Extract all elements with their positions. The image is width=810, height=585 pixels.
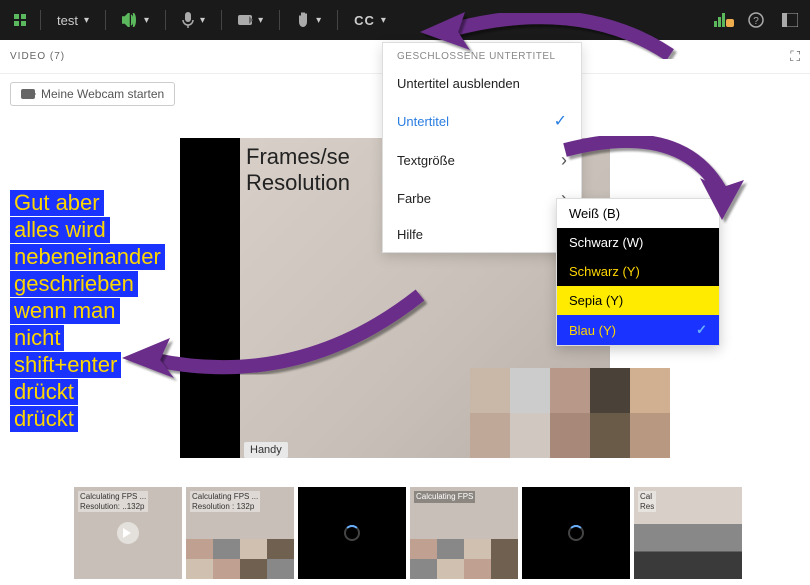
caption-line: drückt: [10, 379, 78, 405]
chevron-down-icon: ▾: [84, 15, 89, 26]
cc-help-item[interactable]: Hilfe: [383, 217, 581, 252]
cc-textsize-item[interactable]: Textgröße ›: [383, 141, 581, 179]
caption-line: alles wird: [10, 217, 110, 243]
overlay-text-1: Frames/se: [246, 144, 350, 170]
check-icon: ✓: [696, 322, 707, 338]
camera-icon: [21, 89, 35, 99]
thumbnail[interactable]: Calculating FPS: [410, 487, 518, 579]
chevron-down-icon: ▾: [200, 15, 205, 26]
connection-status-icon[interactable]: [714, 13, 734, 27]
cc-label: CC: [354, 13, 375, 28]
chevron-down-icon: ▾: [258, 15, 263, 26]
color-submenu: Weiß (B) Schwarz (W) Schwarz (Y) Sepia (…: [556, 198, 720, 346]
cc-button[interactable]: CC ▾: [346, 9, 394, 32]
app-logo-icon: [8, 8, 32, 32]
help-icon[interactable]: ?: [744, 8, 768, 32]
camera-button[interactable]: ▾: [230, 11, 271, 30]
color-black-y-item[interactable]: Schwarz (Y): [557, 257, 719, 286]
mic-button[interactable]: ▾: [174, 8, 213, 32]
session-dropdown[interactable]: test ▾: [49, 9, 97, 32]
thumbnail[interactable]: Calculating FPS ...Resolution : 132p: [186, 487, 294, 579]
chevron-down-icon: ▾: [316, 15, 321, 26]
video-source-label: Handy: [244, 442, 288, 458]
thumbnail[interactable]: Calculating FPS ...Resolution: ..132p: [74, 487, 182, 579]
panel-title: VIDEO (7): [10, 51, 65, 62]
cc-dropdown-menu: GESCHLOSSENE UNTERTITEL Untertitel ausbl…: [382, 42, 582, 253]
chevron-down-icon: ▾: [381, 15, 386, 26]
top-toolbar: test ▾ ▾ ▾ ▾ ▾ CC ▾ ?: [0, 0, 810, 40]
color-black-w-item[interactable]: Schwarz (W): [557, 228, 719, 257]
color-sepia-item[interactable]: Sepia (Y): [557, 286, 719, 315]
raise-hand-button[interactable]: ▾: [288, 8, 329, 32]
svg-text:?: ?: [753, 16, 759, 27]
color-white-item[interactable]: Weiß (B): [557, 199, 719, 228]
thumbnail[interactable]: [522, 487, 630, 579]
color-blue-item[interactable]: Blau (Y) ✓: [557, 315, 719, 345]
caption-line: shift+enter: [10, 352, 121, 378]
chevron-down-icon: ▾: [144, 15, 149, 26]
caption-line: geschrieben: [10, 271, 138, 297]
check-icon: ✓: [554, 111, 567, 131]
thumbnail[interactable]: [298, 487, 406, 579]
thumbnail[interactable]: CalRes: [634, 487, 742, 579]
start-webcam-button[interactable]: Meine Webcam starten: [10, 82, 175, 106]
session-name: test: [57, 13, 78, 28]
cc-hide-item[interactable]: Untertitel ausblenden: [383, 66, 581, 101]
caption-line: nebeneinander: [10, 244, 165, 270]
cc-menu-header: GESCHLOSSENE UNTERTITEL: [383, 43, 581, 66]
overlay-text-2: Resolution: [246, 170, 350, 196]
thumbnail-strip: Calculating FPS ...Resolution: ..132p Ca…: [74, 487, 742, 579]
audio-button[interactable]: ▾: [114, 9, 157, 31]
cc-color-item[interactable]: Farbe ›: [383, 179, 581, 217]
caption-line: Gut aber: [10, 190, 104, 216]
chevron-right-icon: ›: [561, 151, 567, 169]
caption-line: nicht: [10, 325, 64, 351]
webcam-label: Meine Webcam starten: [41, 87, 164, 101]
camera-icon: [238, 15, 252, 25]
fullscreen-icon[interactable]: ⛶: [790, 48, 800, 65]
caption-line: drückt: [10, 406, 78, 432]
play-icon: [117, 522, 139, 544]
captions-overlay: Gut aber alles wird nebeneinander geschr…: [10, 190, 165, 433]
layout-icon[interactable]: [778, 8, 802, 32]
spinner-icon: [568, 525, 584, 541]
caption-line: wenn man: [10, 298, 120, 324]
cc-subtitles-item[interactable]: Untertitel ✓: [383, 101, 581, 141]
spinner-icon: [344, 525, 360, 541]
